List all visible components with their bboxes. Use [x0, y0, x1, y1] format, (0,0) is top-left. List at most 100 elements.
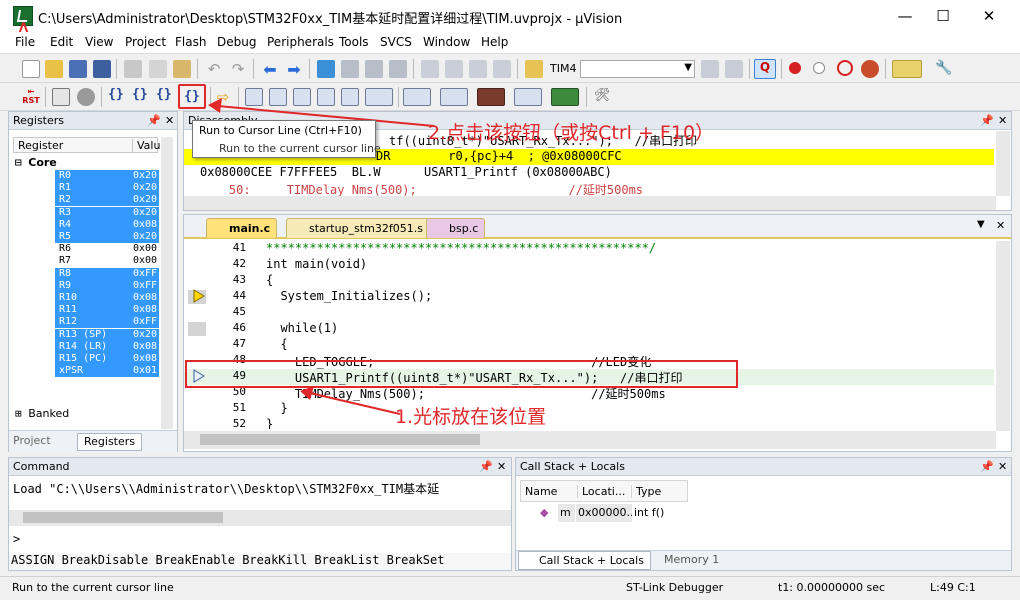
- menu-debug[interactable]: Debug: [217, 35, 256, 49]
- register-row[interactable]: R11 0x08: [55, 304, 159, 317]
- close-icon[interactable]: ✕: [996, 219, 1005, 232]
- register-row[interactable]: R14 (LR) 0x08: [55, 340, 159, 353]
- tab-project[interactable]: Project: [13, 434, 51, 447]
- watch-windows-icon[interactable]: [365, 88, 393, 106]
- disassembly-window-icon[interactable]: [269, 88, 287, 106]
- disassembly-vscroll[interactable]: [996, 131, 1010, 196]
- code-line[interactable]: 52}: [184, 417, 994, 429]
- call-stack-window-icon[interactable]: [341, 88, 359, 106]
- code-line[interactable]: 46 while(1): [184, 321, 994, 337]
- wrench-icon[interactable]: 🔧: [935, 60, 953, 78]
- disassembly-hscroll[interactable]: [184, 196, 996, 210]
- toolbox-icon[interactable]: 🛠: [594, 88, 622, 106]
- menu-peripherals[interactable]: Peripherals: [267, 35, 334, 49]
- step-into-icon[interactable]: {}: [108, 87, 126, 105]
- command-input[interactable]: >: [13, 532, 493, 548]
- copy-icon[interactable]: [149, 60, 167, 78]
- enable-breakpoint-icon[interactable]: [813, 62, 825, 74]
- pin-icon[interactable]: 📌: [980, 114, 994, 127]
- new-file-icon[interactable]: [22, 60, 40, 78]
- register-row[interactable]: R7 0x00: [55, 255, 159, 267]
- next-bookmark-icon[interactable]: [365, 60, 383, 78]
- code-line[interactable]: 47 {: [184, 337, 994, 353]
- editor-hscroll-thumb[interactable]: [200, 434, 480, 445]
- menu-help[interactable]: Help: [481, 35, 508, 49]
- close-icon[interactable]: ✕: [998, 114, 1007, 127]
- analysis-windows-icon[interactable]: [477, 88, 505, 106]
- prev-bookmark-icon[interactable]: [341, 60, 359, 78]
- insert-breakpoint-icon[interactable]: [789, 62, 801, 74]
- step-over-icon[interactable]: {}: [132, 87, 150, 105]
- code-line[interactable]: 42 int main(void): [184, 257, 994, 273]
- disable-breakpoints-icon[interactable]: [837, 60, 853, 76]
- save-icon[interactable]: [69, 60, 87, 78]
- menu-flash[interactable]: Flash: [175, 35, 206, 49]
- register-row[interactable]: R9 0xFF: [55, 279, 159, 292]
- registers-window-icon[interactable]: [317, 88, 335, 106]
- pin-icon[interactable]: 📌: [980, 460, 994, 473]
- kill-breakpoints-icon[interactable]: [861, 60, 879, 78]
- register-row[interactable]: R1 0x20: [55, 182, 159, 195]
- find-icon[interactable]: [725, 60, 743, 78]
- register-row[interactable]: R6 0x00: [55, 243, 159, 255]
- navigate-forward-icon[interactable]: ➡: [285, 60, 303, 79]
- comment-icon[interactable]: [469, 60, 487, 78]
- uncomment-icon[interactable]: [493, 60, 511, 78]
- incremental-find-icon[interactable]: [701, 60, 719, 78]
- editor-hscroll[interactable]: [184, 431, 996, 449]
- trace-windows-icon[interactable]: [514, 88, 542, 106]
- column-type[interactable]: Type: [631, 485, 661, 498]
- code-line[interactable]: 51 }: [184, 401, 994, 417]
- system-viewer-icon[interactable]: [551, 88, 579, 106]
- command-window-icon[interactable]: [245, 88, 263, 106]
- find-combo[interactable]: ▼: [580, 60, 695, 78]
- cut-icon[interactable]: [124, 60, 142, 78]
- menu-tools[interactable]: Tools: [339, 35, 369, 49]
- menu-window[interactable]: Window: [423, 35, 470, 49]
- tab-registers[interactable]: Registers: [77, 433, 143, 451]
- paste-icon[interactable]: [173, 60, 191, 78]
- open-folder-icon[interactable]: [45, 60, 63, 78]
- indent-icon[interactable]: [421, 60, 439, 78]
- memory-windows-icon[interactable]: [403, 88, 431, 106]
- column-name[interactable]: Name: [525, 485, 557, 498]
- register-row[interactable]: R13 (SP) 0x20: [55, 328, 159, 341]
- close-button[interactable]: ✕: [966, 0, 1012, 32]
- registers-vscroll[interactable]: [161, 137, 173, 429]
- run-to-cursor-line-icon[interactable]: {}: [178, 84, 206, 109]
- register-row[interactable]: R0 0x20: [55, 170, 159, 182]
- close-icon[interactable]: ✕: [165, 114, 174, 127]
- code-line[interactable]: 41 **************************************…: [184, 241, 994, 257]
- pin-icon[interactable]: 📌: [479, 460, 493, 473]
- navigate-back-icon[interactable]: ⬅: [261, 60, 279, 79]
- tab-startup-stm32f051-s[interactable]: startup_stm32f051.s: [286, 218, 430, 238]
- menu-file[interactable]: File: [15, 35, 35, 49]
- register-row[interactable]: R10 0x08: [55, 292, 159, 304]
- debug-session-icon[interactable]: Q: [754, 59, 776, 79]
- command-hscroll-thumb[interactable]: [23, 512, 223, 523]
- symbols-window-icon[interactable]: [293, 88, 311, 106]
- column-value[interactable]: Valu: [132, 139, 160, 152]
- column-location[interactable]: Locati...: [577, 485, 625, 498]
- find-in-files-icon[interactable]: [525, 60, 543, 78]
- reset-icon[interactable]: ⇤ RST: [22, 87, 40, 105]
- code-line[interactable]: 44 System_Initializes();: [184, 289, 994, 305]
- code-area[interactable]: 41 **************************************…: [184, 241, 994, 429]
- tab-main-c[interactable]: main.c: [206, 218, 278, 238]
- pin-icon[interactable]: 📌: [147, 114, 161, 127]
- tab-callstack-locals[interactable]: Call Stack + Locals: [518, 551, 651, 570]
- serial-windows-icon[interactable]: [440, 88, 468, 106]
- step-out-icon[interactable]: {}: [156, 87, 174, 105]
- register-row[interactable]: R12 0xFF: [55, 316, 159, 329]
- command-hscroll[interactable]: [9, 510, 511, 526]
- window-layout-icon[interactable]: [892, 60, 922, 78]
- editor-vscroll[interactable]: [996, 241, 1010, 431]
- undo-icon[interactable]: ↶: [205, 60, 223, 78]
- redo-icon[interactable]: ↷: [229, 60, 247, 78]
- chevron-down-icon[interactable]: ▼: [977, 219, 985, 230]
- menu-view[interactable]: View: [85, 35, 113, 49]
- stop-icon[interactable]: [77, 88, 95, 106]
- save-all-icon[interactable]: [93, 60, 111, 78]
- register-row[interactable]: R2 0x20: [55, 194, 159, 207]
- column-register[interactable]: Register: [18, 139, 63, 152]
